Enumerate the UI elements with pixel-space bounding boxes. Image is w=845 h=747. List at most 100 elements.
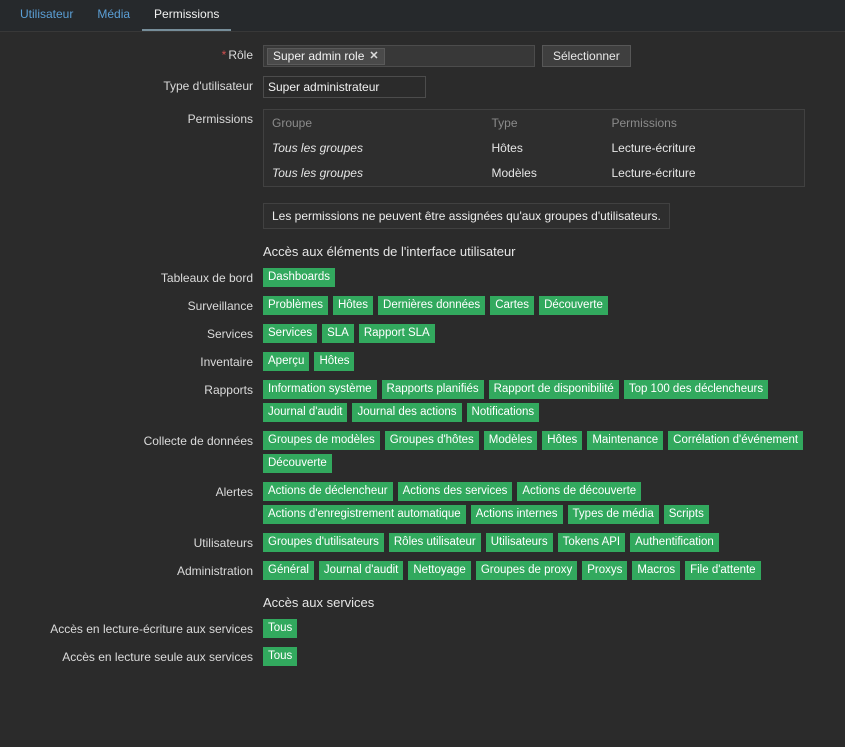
tag[interactable]: Hôtes xyxy=(314,352,355,371)
tag[interactable]: Aperçu xyxy=(263,352,310,371)
tag-list-administration: Général Journal d'audit Nettoyage Groupe… xyxy=(263,561,833,580)
field-surveillance: Problèmes Hôtes Dernières données Cartes… xyxy=(263,296,845,315)
label-role-text: Rôle xyxy=(228,48,253,62)
row-collecte-de-donnees: Collecte de données Groupes de modèles G… xyxy=(0,431,845,473)
tag[interactable]: Tous xyxy=(263,619,298,638)
tag[interactable]: Cartes xyxy=(490,296,535,315)
field-permissions: Groupe Type Permissions Tous les groupes… xyxy=(263,109,845,187)
row-ui-access-heading: Accès aux éléments de l'interface utilis… xyxy=(0,229,845,268)
tag[interactable]: Groupes de proxy xyxy=(475,561,578,580)
row-inventaire: Inventaire Aperçu Hôtes xyxy=(0,352,845,371)
tag[interactable]: Rapport de disponibilité xyxy=(488,380,619,399)
row-service-read-only: Accès en lecture seule aux services Tous xyxy=(0,647,845,666)
field-service-read-write: Tous xyxy=(263,619,845,638)
user-type-value: Super administrateur xyxy=(263,76,426,98)
label-utilisateurs: Utilisateurs xyxy=(193,536,253,550)
field-utilisateurs: Groupes d'utilisateurs Rôles utilisateur… xyxy=(263,533,845,552)
row-service-access-heading: Accès aux services xyxy=(0,580,845,619)
tag[interactable]: Notifications xyxy=(466,403,540,422)
tag[interactable]: Rapport SLA xyxy=(358,324,435,343)
row-user-type: Type d'utilisateur Super administrateur xyxy=(0,76,845,98)
row-permissions-table: Permissions Groupe Type Permissions Tous… xyxy=(0,109,845,187)
tag[interactable]: Actions de déclencheur xyxy=(263,482,393,501)
tag[interactable]: Groupes de modèles xyxy=(263,431,380,450)
tab-utilisateur[interactable]: Utilisateur xyxy=(8,1,85,31)
field-tableaux-de-bord: Dashboards xyxy=(263,268,845,287)
tag-list-utilisateurs: Groupes d'utilisateurs Rôles utilisateur… xyxy=(263,533,833,552)
tag[interactable]: Tous xyxy=(263,647,298,666)
tag[interactable]: Services xyxy=(263,324,318,343)
tag[interactable]: Actions des services xyxy=(397,482,513,501)
tag[interactable]: Journal d'audit xyxy=(318,561,404,580)
role-multiselect[interactable]: Super admin role ✕ xyxy=(263,45,535,67)
role-chip[interactable]: Super admin role ✕ xyxy=(267,47,385,65)
table-row: Tous les groupes Hôtes Lecture-écriture xyxy=(264,136,805,161)
tag[interactable]: Types de média xyxy=(567,505,659,524)
required-marker: * xyxy=(221,48,227,62)
tag[interactable]: File d'attente xyxy=(685,561,761,580)
tag[interactable]: Proxys xyxy=(582,561,628,580)
tag[interactable]: Découverte xyxy=(539,296,608,315)
tag[interactable]: Authentification xyxy=(630,533,719,552)
column-header-groupe: Groupe xyxy=(272,116,313,130)
tag[interactable]: Journal des actions xyxy=(352,403,462,422)
tag[interactable]: Découverte xyxy=(263,454,332,473)
tag-list-rapports: Information système Rapports planifiés R… xyxy=(263,380,833,422)
tag[interactable]: Hôtes xyxy=(332,296,374,315)
tag[interactable]: Problèmes xyxy=(263,296,328,315)
select-role-button[interactable]: Sélectionner xyxy=(542,45,631,67)
ui-access-heading: Accès aux éléments de l'interface utilis… xyxy=(263,244,516,259)
tag[interactable]: SLA xyxy=(322,324,354,343)
tab-media[interactable]: Média xyxy=(85,1,142,31)
tag-list-service-read-only: Tous xyxy=(263,647,833,666)
table-row: Tous les groupes Modèles Lecture-écritur… xyxy=(264,161,805,187)
permissions-table: Groupe Type Permissions Tous les groupes… xyxy=(263,109,805,187)
row-role: * Rôle Super admin role ✕ Sélectionner xyxy=(0,45,845,67)
field-rapports: Information système Rapports planifiés R… xyxy=(263,380,845,422)
tag[interactable]: Actions d'enregistrement automatique xyxy=(263,505,466,524)
tag[interactable]: Scripts xyxy=(663,505,709,524)
tag-list-service-read-write: Tous xyxy=(263,619,833,638)
tab-bar: Utilisateur Média Permissions xyxy=(0,0,845,32)
field-user-type: Super administrateur xyxy=(263,76,845,98)
tag[interactable]: Rapports planifiés xyxy=(381,380,484,399)
tag-list-services: Services SLA Rapport SLA xyxy=(263,324,833,343)
tag[interactable]: Actions de découverte xyxy=(517,482,642,501)
label-service-read-write: Accès en lecture-écriture aux services xyxy=(50,622,253,636)
tag[interactable]: Information système xyxy=(263,380,377,399)
field-service-access-heading: Accès aux services xyxy=(263,580,845,619)
tag[interactable]: Hôtes xyxy=(542,431,583,450)
tag[interactable]: Général xyxy=(263,561,314,580)
cell-group: Tous les groupes xyxy=(272,166,363,180)
tag[interactable]: Top 100 des déclencheurs xyxy=(623,380,769,399)
tag[interactable]: Actions internes xyxy=(470,505,563,524)
field-administration: Général Journal d'audit Nettoyage Groupe… xyxy=(263,561,845,580)
row-services: Services Services SLA Rapport SLA xyxy=(0,324,845,343)
tag[interactable]: Maintenance xyxy=(587,431,664,450)
tag[interactable]: Utilisateurs xyxy=(485,533,553,552)
tag[interactable]: Modèles xyxy=(483,431,538,450)
label-collecte-de-donnees: Collecte de données xyxy=(143,434,253,448)
tag[interactable]: Corrélation d'événement xyxy=(668,431,804,450)
tag[interactable]: Dashboards xyxy=(263,268,336,287)
field-ui-access-heading: Accès aux éléments de l'interface utilis… xyxy=(263,229,845,268)
close-icon[interactable]: ✕ xyxy=(369,50,378,62)
tag-list-tableaux-de-bord: Dashboards xyxy=(263,268,833,287)
label-permissions: Permissions xyxy=(187,112,253,126)
tag[interactable]: Nettoyage xyxy=(408,561,471,580)
row-administration: Administration Général Journal d'audit N… xyxy=(0,561,845,580)
tag[interactable]: Groupes d'hôtes xyxy=(384,431,479,450)
tab-permissions[interactable]: Permissions xyxy=(142,1,232,31)
tag-list-alertes: Actions de déclencheur Actions des servi… xyxy=(263,482,833,524)
tag[interactable]: Tokens API xyxy=(557,533,626,552)
permissions-form: * Rôle Super admin role ✕ Sélectionner Ty… xyxy=(0,32,845,666)
tag[interactable]: Groupes d'utilisateurs xyxy=(263,533,384,552)
info-message: Les permissions ne peuvent être assignée… xyxy=(263,203,670,229)
label-services: Services xyxy=(206,327,253,341)
tag[interactable]: Rôles utilisateur xyxy=(388,533,481,552)
tag[interactable]: Macros xyxy=(632,561,681,580)
tag-list-surveillance: Problèmes Hôtes Dernières données Cartes… xyxy=(263,296,833,315)
tag[interactable]: Journal d'audit xyxy=(263,403,348,422)
column-header-permissions: Permissions xyxy=(611,116,677,130)
tag[interactable]: Dernières données xyxy=(378,296,486,315)
